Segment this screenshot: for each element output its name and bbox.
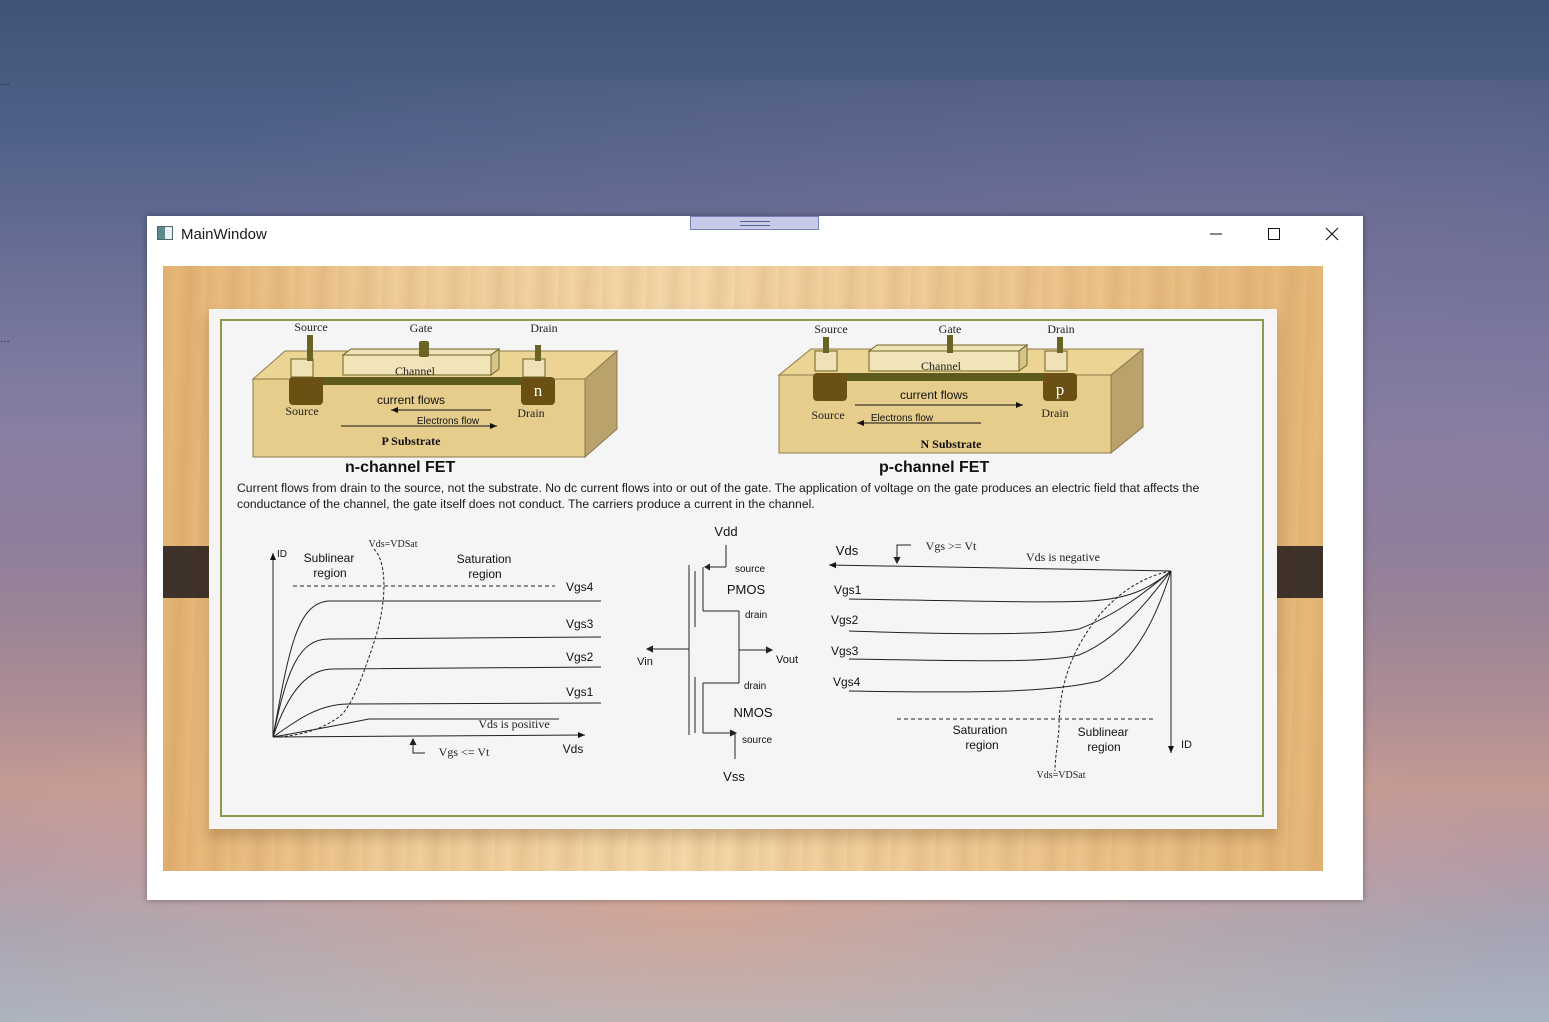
pfet-vdsat-label: Vds=VDSat bbox=[1037, 770, 1086, 781]
nfet-vgs-condition-label: Vgs <= Vt bbox=[439, 745, 490, 759]
pfet-vds-negative-label: Vds is negative bbox=[1026, 550, 1100, 564]
maximize-button[interactable] bbox=[1245, 216, 1303, 252]
nfet-drain-type: n bbox=[534, 381, 543, 400]
cmos-drain-top-label: drain bbox=[745, 610, 767, 621]
cmos-source-top-label: source bbox=[735, 564, 765, 575]
nfet-channel-label: Channel bbox=[395, 364, 436, 378]
cmos-source-bottom-label: source bbox=[742, 735, 772, 746]
fet-description: Current flows from drain to the source, … bbox=[237, 481, 1200, 511]
pfet-source-inner-label: Source bbox=[811, 408, 844, 422]
pfet-vds-label: Vds bbox=[836, 543, 859, 558]
cmos-vdd-label: Vdd bbox=[714, 524, 737, 539]
nfet-vgs3-label: Vgs3 bbox=[566, 617, 594, 631]
desktop-edge-dots: … bbox=[0, 77, 10, 88]
pfet-channel-label: Channel bbox=[921, 359, 962, 373]
title-bar[interactable]: MainWindow bbox=[147, 216, 1363, 252]
nfet-drain-label: Drain bbox=[530, 321, 557, 335]
nfet-source-inner-label: Source bbox=[285, 404, 318, 418]
nfet-current-label: current flows bbox=[377, 393, 445, 407]
pfet-caption: p-channel FET bbox=[879, 459, 990, 476]
nfet-caption: n-channel FET bbox=[345, 459, 456, 476]
minimize-button[interactable] bbox=[1187, 216, 1245, 252]
nfet-id-label: ID bbox=[277, 549, 287, 560]
pfet-sublinear-label-1: Sublinear bbox=[1078, 725, 1129, 739]
nfet-sublinear-label-1: Sublinear bbox=[304, 551, 355, 565]
window-title: MainWindow bbox=[181, 226, 267, 243]
pfet-vgs3-label: Vgs3 bbox=[831, 644, 859, 658]
nfet-sublinear-label-2: region bbox=[313, 566, 346, 580]
maximize-icon bbox=[1268, 228, 1280, 240]
nfet-vgs4-label: Vgs4 bbox=[566, 580, 594, 594]
pfet-vgs1-label: Vgs1 bbox=[834, 583, 862, 597]
cmos-pmos-label: PMOS bbox=[727, 582, 766, 597]
pfet-drain-type: p bbox=[1056, 380, 1065, 399]
pfet-gate-label: Gate bbox=[939, 322, 962, 336]
pfet-sublinear-label-2: region bbox=[1087, 740, 1120, 754]
grip-icon bbox=[740, 221, 770, 226]
nfet-drain-inner-label: Drain bbox=[517, 406, 544, 420]
cmos-inverter bbox=[645, 545, 774, 759]
pfet-saturation-label-1: Saturation bbox=[953, 723, 1008, 737]
pfet-vgs-condition-label: Vgs >= Vt bbox=[926, 539, 977, 553]
close-button[interactable] bbox=[1303, 216, 1361, 252]
cmos-vss-label: Vss bbox=[723, 769, 745, 784]
pfet-drain-label: Drain bbox=[1047, 322, 1074, 336]
nfet-vds-axis-label: Vds bbox=[563, 742, 584, 756]
nfet-substrate-label: P Substrate bbox=[381, 434, 441, 448]
nfet-saturation-label-2: region bbox=[468, 567, 501, 581]
pfet-saturation-label-2: region bbox=[965, 738, 998, 752]
diagram-sheet: Source Gate Drain Channel n Source Drain… bbox=[209, 309, 1277, 829]
nfet-vdsat-label: Vds=VDSat bbox=[369, 539, 418, 550]
nfet-vgs2-label: Vgs2 bbox=[566, 650, 594, 664]
nfet-gate-label: Gate bbox=[410, 321, 433, 335]
pfet-substrate-label: N Substrate bbox=[920, 437, 982, 451]
pfet-drain-inner-label: Drain bbox=[1041, 406, 1068, 420]
cmos-drain-bottom-label: drain bbox=[744, 681, 766, 692]
minimize-icon bbox=[1210, 233, 1222, 235]
cmos-vout-label: Vout bbox=[776, 654, 798, 666]
nfet-saturation-label-1: Saturation bbox=[457, 552, 512, 566]
desktop-edge-dots: … bbox=[0, 334, 10, 345]
cmos-vin-label: Vin bbox=[637, 656, 653, 668]
pfet-id-label: ID bbox=[1181, 739, 1192, 751]
nfet-source-label: Source bbox=[294, 320, 327, 334]
nfet-vgs1-label: Vgs1 bbox=[566, 685, 594, 699]
close-icon bbox=[1325, 227, 1339, 241]
app-icon bbox=[157, 226, 173, 240]
main-window: MainWindow Source Gate Drain Channel n S… bbox=[147, 216, 1363, 900]
pfet-vgs2-label: Vgs2 bbox=[831, 613, 859, 627]
cmos-nmos-label: NMOS bbox=[734, 705, 773, 720]
fet-diagram: Source Gate Drain Channel n Source Drain… bbox=[251, 320, 1192, 784]
nfet-vds-positive-label: Vds is positive bbox=[478, 717, 549, 731]
pfet-electrons-label: Electrons flow bbox=[871, 413, 934, 424]
drag-handle[interactable] bbox=[690, 216, 819, 230]
pfet-source-label: Source bbox=[814, 322, 847, 336]
pfet-current-label: current flows bbox=[900, 388, 968, 402]
nfet-electrons-label: Electrons flow bbox=[417, 416, 480, 427]
wood-board: Source Gate Drain Channel n Source Drain… bbox=[163, 266, 1323, 871]
pfet-vgs4-label: Vgs4 bbox=[833, 675, 861, 689]
